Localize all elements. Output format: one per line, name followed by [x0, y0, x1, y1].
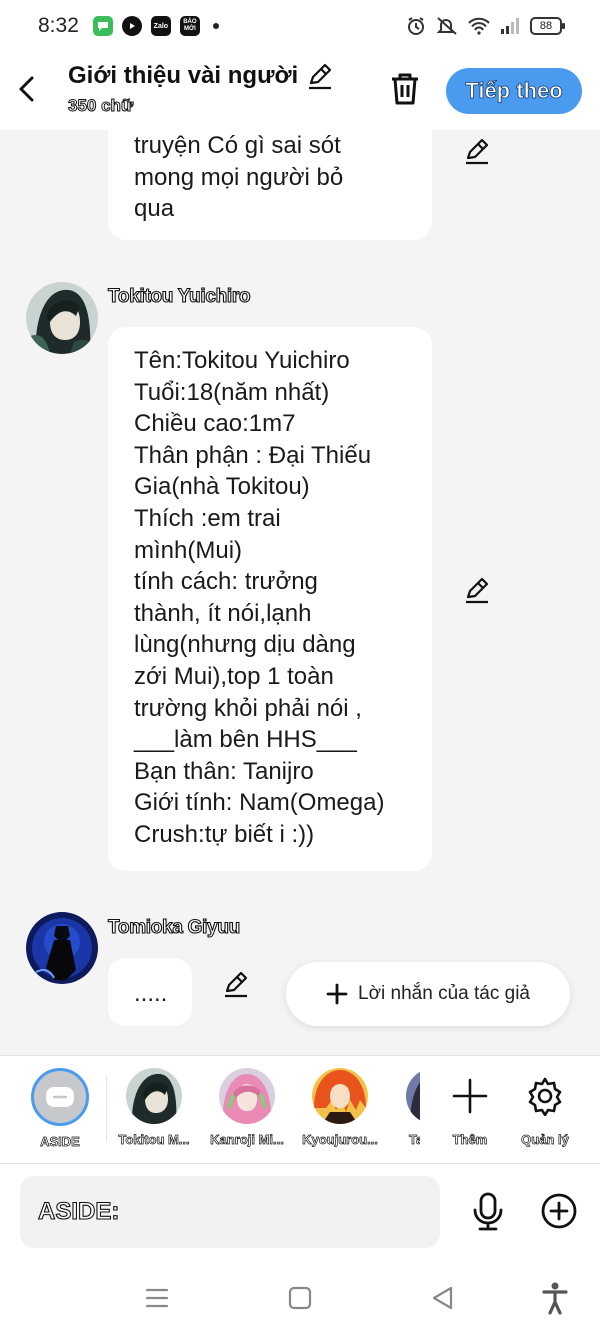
notification-dot — [212, 23, 219, 29]
character-label: Tokitou M... — [118, 1132, 190, 1147]
system-nav-bar — [0, 1263, 600, 1333]
character-name: Tomioka Giyuu — [107, 916, 240, 938]
character-item-kanroji[interactable]: Kanroji Mi... — [207, 1068, 287, 1147]
message-input[interactable]: ASIDE: — [20, 1176, 440, 1248]
kanroji-avatar — [219, 1068, 275, 1124]
edit-message-icon[interactable] — [463, 137, 491, 165]
character-label: Kyoujurou... — [302, 1132, 379, 1147]
page-title: Giới thiệu vài người — [68, 62, 299, 89]
plus-circle-icon — [541, 1193, 577, 1229]
youtube-app-icon — [121, 16, 142, 36]
add-label: Thêm — [452, 1132, 488, 1147]
menu-icon — [145, 1288, 169, 1308]
microphone-icon — [473, 1192, 503, 1231]
message-bubble[interactable]: truyện Có gì sai sót mong mọi người bỏ q… — [108, 130, 432, 240]
status-time: 8:32 — [38, 14, 79, 37]
accessibility-icon — [542, 1282, 568, 1315]
trash-icon — [392, 73, 418, 105]
input-prefix: ASIDE: — [37, 1197, 120, 1225]
edit-message-icon[interactable] — [463, 576, 491, 604]
char-count: 350 chữ — [67, 96, 134, 116]
wifi-icon — [468, 17, 490, 35]
character-label: ASIDE — [40, 1134, 80, 1149]
message-bubble[interactable]: ..... — [108, 958, 192, 1026]
character-item-tokitou[interactable]: Tokitou M... — [114, 1068, 194, 1147]
plus-icon — [326, 983, 348, 1005]
menu-nav-button[interactable] — [144, 1285, 170, 1311]
attach-button[interactable] — [540, 1192, 578, 1230]
add-character-button[interactable]: Thêm — [430, 1068, 510, 1147]
delete-button[interactable] — [388, 71, 422, 107]
author-note-label: Lời nhắn của tác giả — [358, 983, 530, 1004]
character-bar: ASIDE Tokitou M... Kanroji Mi... Kyoujur… — [0, 1055, 600, 1163]
messages-app-icon — [92, 16, 113, 36]
plus-icon — [452, 1078, 488, 1114]
home-square-icon — [288, 1286, 312, 1310]
tokitou-avatar — [126, 1068, 182, 1124]
alarm-icon — [408, 17, 424, 35]
character-label: Ta — [409, 1132, 420, 1147]
kyoujurou-avatar — [312, 1068, 368, 1124]
character-name: Tokitou Yuichiro — [107, 285, 251, 307]
character-item-partial[interactable]: Ta — [392, 1068, 420, 1147]
divider — [106, 1076, 107, 1142]
input-area: ASIDE: — [0, 1163, 600, 1263]
edit-message-icon[interactable] — [222, 970, 250, 998]
status-icons: 88 — [406, 16, 565, 36]
page-title-row: Giới thiệu vài người — [68, 62, 334, 90]
back-nav-button[interactable] — [430, 1285, 456, 1311]
signal-icon — [501, 18, 519, 34]
mic-button[interactable] — [470, 1192, 506, 1232]
manage-button[interactable]: Quản lý — [505, 1068, 585, 1147]
back-triangle-icon — [432, 1286, 453, 1310]
home-nav-button[interactable] — [288, 1285, 312, 1311]
battery-icon: 88 — [530, 17, 565, 35]
aside-avatar — [31, 1068, 89, 1126]
gear-icon — [528, 1077, 562, 1116]
accessibility-button[interactable] — [542, 1281, 568, 1315]
avatar-tomioka[interactable] — [26, 912, 98, 984]
back-arrow-icon — [19, 76, 34, 102]
zalo-app-icon: Zalo — [150, 16, 171, 36]
character-item-kyoujurou[interactable]: Kyoujurou... — [300, 1068, 380, 1147]
next-button[interactable]: Tiếp theo — [446, 68, 582, 114]
chat-bubble-icon — [46, 1087, 74, 1107]
character-label: Kanroji Mi... — [210, 1132, 284, 1147]
title-area: Giới thiệu vài người 350 chữ — [67, 62, 334, 116]
mute-icon — [436, 17, 457, 35]
back-button[interactable] — [14, 72, 40, 106]
avatar-tokitou[interactable] — [26, 282, 98, 354]
partial-avatar — [406, 1068, 420, 1124]
edit-title-icon[interactable] — [306, 62, 334, 90]
chat-area[interactable]: truyện Có gì sai sót mong mọi người bỏ q… — [0, 130, 600, 1055]
header: Giới thiệu vài người 350 chữ Tiếp theo — [0, 52, 600, 130]
character-item-aside[interactable]: ASIDE — [20, 1068, 100, 1149]
status-bar: 8:32 Zalo BÁO MỚI 88 — [0, 0, 600, 52]
manage-label: Quản lý — [521, 1132, 569, 1147]
battery-level: 88 — [539, 20, 553, 32]
author-note-button[interactable]: Lời nhắn của tác giả — [286, 962, 570, 1026]
message-bubble[interactable]: Tên:Tokitou Yuichiro Tuổi:18(năm nhất) C… — [108, 327, 432, 871]
baomoi-app-icon: BÁO MỚI — [179, 16, 200, 36]
